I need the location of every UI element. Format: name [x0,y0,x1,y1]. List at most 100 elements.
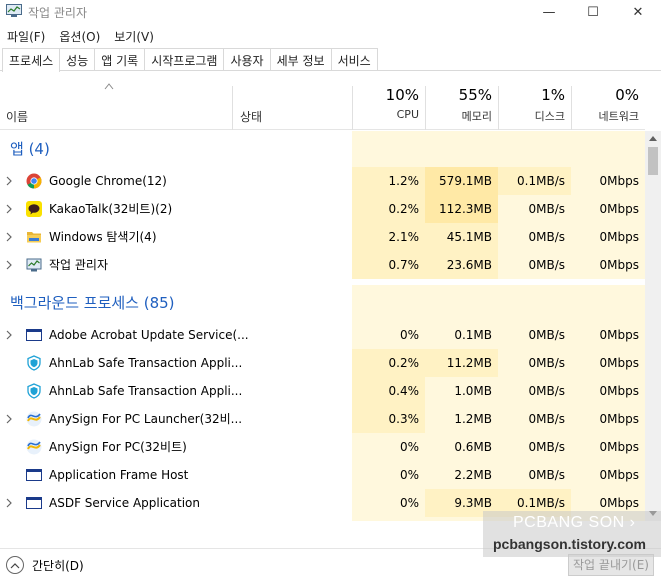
menu-file[interactable]: 파일(F) [0,26,52,46]
process-name: 작업 관리자 [49,258,109,272]
header-status-column[interactable]: 상태 [232,72,352,130]
header-network-label: 네트워크 [598,110,639,123]
menu-view[interactable]: 보기(V) [107,26,161,46]
anysign-icon [26,411,42,427]
scroll-up-icon[interactable] [649,135,657,141]
group-heat-cell [498,131,571,167]
network-cell: 0Mbps [571,433,645,461]
disk-cell: 0MB/s [498,433,571,461]
cpu-cell: 0.4% [352,377,425,405]
header-cpu-column[interactable]: 10% CPU [352,72,425,130]
chevron-right-icon[interactable] [6,498,12,508]
process-row[interactable]: AhnLab Safe Transaction Appli... 0.2% 11.2… [0,349,645,377]
header-disk-column[interactable]: 1% 디스크 [498,72,571,130]
chevron-right-icon[interactable] [6,232,12,242]
watermark-brand: PCBANG SON › [513,514,636,531]
end-task-button[interactable]: 작업 끝내기(E) [568,554,654,576]
group-heat-cell [425,285,498,321]
network-cell: 0Mbps [571,349,645,377]
chrome-icon [26,173,42,189]
chevron-right-icon[interactable] [6,330,12,340]
header-cpu-percent: 10% [385,86,419,104]
chevron-right-icon[interactable] [6,204,12,214]
app-window-icon [26,497,42,509]
group-title: 백그라운드 프로세스 (85) [10,294,175,312]
close-icon: ✕ [632,4,644,20]
process-row[interactable]: Google Chrome(12) 1.2% 579.1MB 0.1MB/s 0Mbps [0,167,645,195]
close-button[interactable]: ✕ [615,0,661,24]
network-cell: 0Mbps [571,167,645,195]
process-name: AnySign For PC(32비트) [49,440,187,454]
group-header-apps[interactable]: 앱 (4) [0,131,645,167]
column-divider [232,86,233,130]
process-row[interactable]: 작업 관리자 0.7% 23.6MB 0MB/s 0Mbps [0,251,645,279]
memory-cell: 0.1MB [425,321,498,349]
scrollbar-thumb[interactable] [648,147,658,175]
tab-app-history[interactable]: 앱 기록 [94,48,146,70]
group-heat-cell [425,131,498,167]
watermark: PCBANG SON › pcbangson.tistory.com [483,511,661,557]
process-row[interactable]: AnySign For PC(32비트) 0% 0.6MB 0MB/s 0Mbps [0,433,645,461]
network-cell: 0Mbps [571,377,645,405]
process-name: AhnLab Safe Transaction Appli... [49,384,243,398]
process-name: Application Frame Host [49,468,189,482]
menu-options[interactable]: 옵션(O) [52,26,107,46]
disk-cell: 0.1MB/s [498,167,571,195]
column-divider [571,86,572,130]
minimize-icon: — [542,4,556,20]
memory-cell: 112.3MB [425,195,498,223]
tab-details[interactable]: 세부 정보 [269,48,332,70]
header-network-percent: 0% [615,86,639,104]
header-name-column[interactable]: 이름 [0,72,232,130]
header-status: 상태 [240,110,263,124]
column-header: 이름 상태 10% CPU 55% 메모리 1% 디스크 0% 네트워크 [0,72,645,130]
process-list: 앱 (4) Google Chrome(12) 1.2% 579.1MB 0.1MB/s… [0,131,645,521]
shield-icon [27,355,41,371]
process-row[interactable]: Windows 탐색기(4) 2.1% 45.1MB 0MB/s 0Mbps [0,223,645,251]
process-name: Google Chrome(12) [49,174,167,188]
disk-cell: 0MB/s [498,405,571,433]
network-cell: 0Mbps [571,405,645,433]
cpu-cell: 2.1% [352,223,425,251]
tab-services[interactable]: 서비스 [330,48,378,70]
process-row[interactable]: KakaoTalk(32비트)(2) 0.2% 112.3MB 0MB/s 0Mbps [0,195,645,223]
vertical-scrollbar[interactable] [645,131,661,521]
disk-cell: 0MB/s [498,461,571,489]
cpu-cell: 0% [352,433,425,461]
tab-processes[interactable]: 프로세스 [2,48,61,72]
group-heat-cell [352,285,425,321]
fewer-details-button[interactable]: 간단히(D) [6,555,84,575]
process-name: AnySign For PC Launcher(32비... [49,412,243,426]
task-manager-icon [6,4,22,17]
kakaotalk-icon [26,201,42,217]
process-row[interactable]: AnySign For PC Launcher(32비... 0.3% 1.2MB 0… [0,405,645,433]
process-row[interactable]: Application Frame Host 0% 2.2MB 0MB/s 0Mbps [0,461,645,489]
network-cell: 0Mbps [571,251,645,279]
header-disk-label: 디스크 [534,110,565,123]
process-name: ASDF Service Application [49,496,200,510]
header-memory-column[interactable]: 55% 메모리 [425,72,498,130]
memory-cell: 45.1MB [425,223,498,251]
process-row[interactable]: Adobe Acrobat Update Service(... 0% 0.1MB 0… [0,321,645,349]
group-header-background[interactable]: 백그라운드 프로세스 (85) [0,285,645,321]
header-cpu-label: CPU [396,108,419,121]
shield-icon [27,383,41,399]
process-row[interactable]: AhnLab Safe Transaction Appli... 0.4% 1.0M… [0,377,645,405]
chevron-right-icon[interactable] [6,414,12,424]
maximize-button[interactable]: ☐ [570,0,616,24]
group-heat-cell [498,285,571,321]
network-cell: 0Mbps [571,195,645,223]
header-network-column[interactable]: 0% 네트워크 [571,72,645,130]
minimize-button[interactable]: — [526,0,572,24]
tab-strip: 프로세스 성능 앱 기록 시작프로그램 사용자 세부 정보 서비스 [0,48,661,72]
process-name: Adobe Acrobat Update Service(... [49,328,249,342]
column-divider [498,86,499,130]
cpu-cell: 1.2% [352,167,425,195]
tab-performance[interactable]: 성능 [59,48,96,70]
process-name: Windows 탐색기(4) [49,230,157,244]
cpu-cell: 0% [352,461,425,489]
chevron-right-icon[interactable] [6,260,12,270]
tab-startup[interactable]: 시작프로그램 [144,48,225,70]
chevron-right-icon[interactable] [6,176,12,186]
tab-users[interactable]: 사용자 [223,48,271,70]
